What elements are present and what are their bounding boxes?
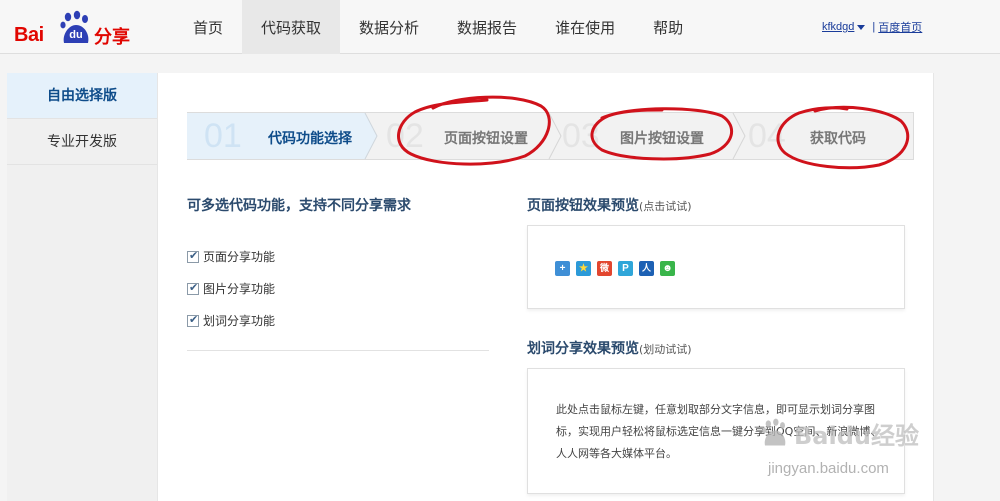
main-nav: 首页 代码获取 数据分析 数据报告 谁在使用 帮助	[174, 0, 702, 54]
checkbox[interactable]	[187, 249, 199, 263]
user-menu: kfkdgd | 百度首页	[822, 19, 922, 35]
page-button-preview: + ★ 微 P 人 ☻	[527, 225, 905, 309]
option-label: 划词分享功能	[203, 314, 276, 328]
select-share-preview[interactable]: 此处点击鼠标左键，任意划取部分文字信息，即可显示划词分享图标，实现用户轻松将鼠标…	[527, 368, 905, 494]
checkbox[interactable]	[187, 281, 199, 295]
wechat-icon[interactable]: ☻	[660, 261, 675, 276]
step-label: 获取代码	[810, 131, 866, 147]
option-image-share[interactable]: 图片分享功能	[187, 280, 275, 297]
chevron-down-icon[interactable]	[857, 24, 866, 30]
option-select-share[interactable]: 划词分享功能	[187, 312, 275, 329]
logo-text-share: 分享	[94, 27, 130, 48]
share-icon-row: + ★ 微 P 人 ☻	[555, 261, 681, 276]
tencent-weibo-icon[interactable]: P	[618, 261, 633, 276]
nav-get-code[interactable]: 代码获取	[242, 0, 341, 54]
nav-help[interactable]: 帮助	[634, 0, 702, 54]
step-3[interactable]: 03 图片按钮设置	[562, 113, 746, 159]
step-label: 图片按钮设置	[620, 131, 704, 147]
step-number: 03	[562, 117, 600, 155]
nav-data-report[interactable]: 数据报告	[438, 0, 536, 54]
step-number: 02	[386, 117, 424, 155]
baidu-home-link[interactable]: 百度首页	[878, 19, 922, 35]
qzone-star-icon[interactable]: ★	[576, 261, 591, 276]
sidebar-item-pro-edition[interactable]: 专业开发版	[7, 119, 157, 165]
step-2[interactable]: 02 页面按钮设置	[378, 113, 562, 159]
logo-text-bai: Bai	[14, 24, 44, 46]
sidebar-item-free-edition[interactable]: 自由选择版	[7, 73, 157, 119]
username-link[interactable]: kfkdgd	[822, 21, 854, 33]
step-4[interactable]: 04 获取代码	[746, 113, 914, 159]
page-preview-hint: (点击试试)	[639, 200, 692, 213]
link-separator: |	[872, 21, 876, 33]
plus-share-icon[interactable]: +	[555, 261, 570, 276]
option-label: 页面分享功能	[203, 250, 276, 264]
select-preview-hint: (划动试试)	[639, 343, 692, 356]
nav-who-uses[interactable]: 谁在使用	[536, 0, 634, 54]
nav-home[interactable]: 首页	[174, 0, 242, 54]
option-page-share[interactable]: 页面分享功能	[187, 248, 275, 265]
step-1[interactable]: 01 代码功能选择	[188, 113, 378, 159]
top-header: Bai du 分享 首页 代码获取 数据分析 数据报告 谁在使用 帮助 kfkd…	[0, 0, 1000, 54]
baidu-share-logo[interactable]: Bai du 分享	[14, 10, 130, 48]
step-progress-bar: 01 代码功能选择 02 页面按钮设置 03 图片按钮设置 04 获取代码	[187, 112, 914, 160]
step-label: 代码功能选择	[268, 131, 352, 147]
select-preview-text[interactable]: 此处点击鼠标左键，任意划取部分文字信息，即可显示划词分享图标，实现用户轻松将鼠标…	[556, 399, 882, 465]
logo-text-du: du	[69, 29, 83, 41]
renren-icon[interactable]: 人	[639, 261, 654, 276]
left-sidebar: 自由选择版 专业开发版	[7, 73, 157, 501]
step-number: 04	[748, 117, 786, 155]
select-preview-title: 划词分享效果预览	[527, 341, 639, 357]
nav-data-analysis[interactable]: 数据分析	[340, 0, 438, 54]
divider	[187, 350, 489, 351]
page-preview-title: 页面按钮效果预览	[527, 198, 639, 214]
step-label: 页面按钮设置	[444, 131, 528, 147]
select-preview-heading: 划词分享效果预览(划动试试)	[527, 338, 692, 358]
checkbox[interactable]	[187, 313, 199, 327]
main-panel: 01 代码功能选择 02 页面按钮设置 03 图片按钮设置 04 获取代码 可多…	[157, 73, 934, 501]
sina-weibo-icon[interactable]: 微	[597, 261, 612, 276]
step-number: 01	[204, 117, 242, 155]
option-label: 图片分享功能	[203, 282, 276, 296]
page-preview-heading: 页面按钮效果预览(点击试试)	[527, 195, 692, 215]
options-heading: 可多选代码功能，支持不同分享需求	[187, 198, 411, 214]
